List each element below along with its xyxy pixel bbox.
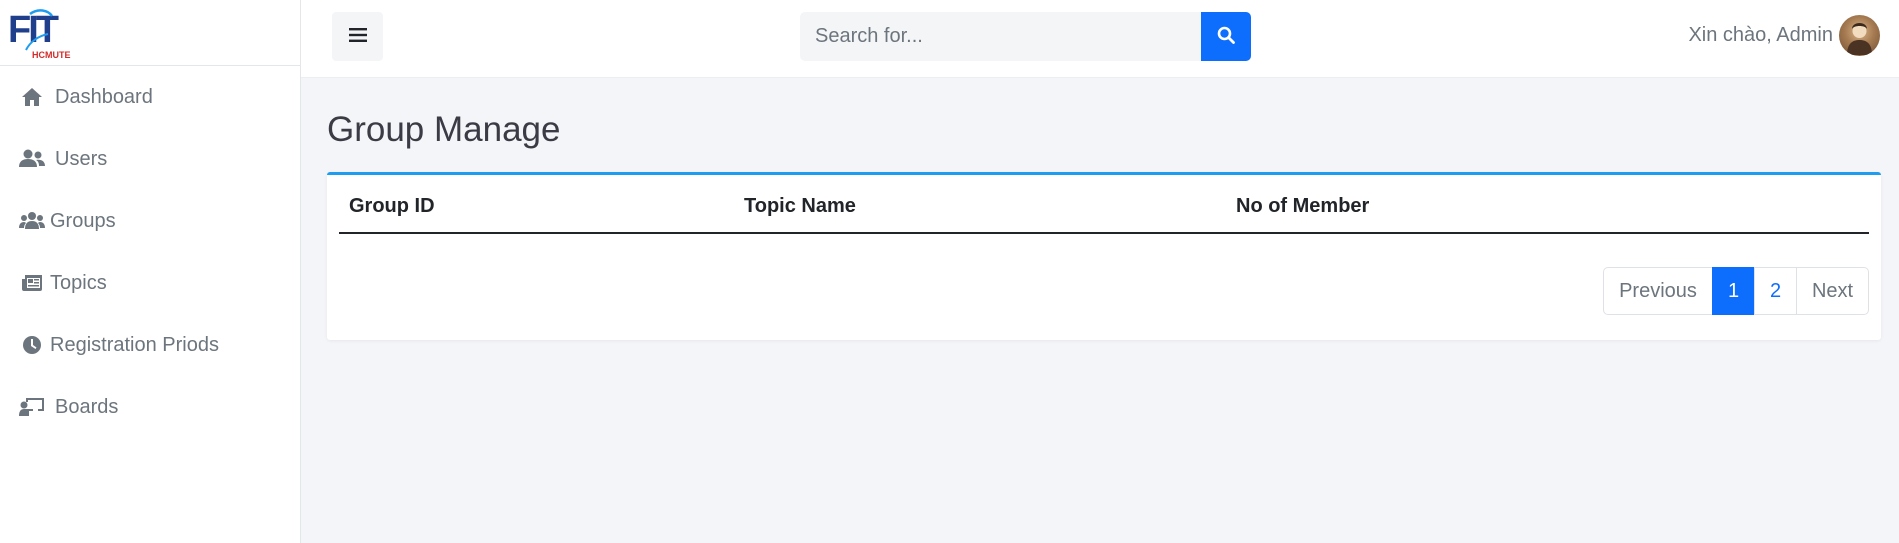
- pagination-previous[interactable]: Previous: [1603, 267, 1713, 315]
- sidebar-item-label: Groups: [50, 209, 116, 232]
- column-header-group-id[interactable]: Group ID: [339, 195, 734, 234]
- fit-hcmute-logo: FIT HCMUTE: [8, 9, 71, 60]
- page-title: Group Manage: [327, 110, 561, 149]
- sidebar-item-registration-periods[interactable]: Registration Priods: [0, 314, 300, 376]
- sidebar-item-label: Registration Priods: [50, 333, 219, 356]
- sidebar-toggle-button[interactable]: [332, 12, 383, 61]
- topbar: Xin chào, Admin: [301, 0, 1899, 78]
- user-menu[interactable]: Xin chào, Admin: [1688, 15, 1880, 56]
- column-header-member-count[interactable]: No of Member: [1226, 195, 1869, 234]
- home-icon: [19, 86, 45, 108]
- sidebar-item-label: Boards: [55, 395, 119, 418]
- pagination-page-2[interactable]: 2: [1754, 267, 1797, 315]
- app-root: FIT HCMUTE Dashboard Users Groups Topics…: [0, 0, 1899, 543]
- brand[interactable]: FIT HCMUTE: [0, 0, 300, 66]
- sidebar-item-boards[interactable]: Boards: [0, 376, 300, 438]
- sidebar-nav: Dashboard Users Groups Topics Registrati…: [0, 66, 300, 438]
- avatar[interactable]: [1839, 15, 1880, 56]
- groups-icon: [19, 210, 45, 232]
- hamburger-icon: [348, 27, 367, 46]
- svg-text:HCMUTE: HCMUTE: [32, 50, 71, 60]
- groups-table: Group ID Topic Name No of Member: [339, 195, 1869, 234]
- pagination-next[interactable]: Next: [1796, 267, 1869, 315]
- sidebar-item-groups[interactable]: Groups: [0, 190, 300, 252]
- column-header-topic-name[interactable]: Topic Name: [734, 195, 1226, 234]
- search-input[interactable]: [800, 12, 1201, 61]
- search-bar: [800, 12, 1251, 61]
- chalkboard-user-icon: [19, 396, 45, 418]
- newspaper-icon: [19, 272, 45, 294]
- clock-icon: [19, 334, 45, 356]
- main-area: Xin chào, Admin Group Manage Group ID To…: [301, 0, 1899, 543]
- user-greeting: Xin chào, Admin: [1688, 24, 1833, 46]
- search-button[interactable]: [1201, 12, 1251, 61]
- pagination-page-1[interactable]: 1: [1712, 267, 1755, 315]
- sidebar-item-label: Topics: [50, 271, 107, 294]
- users-icon: [19, 148, 45, 170]
- groups-card: Group ID Topic Name No of Member Previou…: [327, 172, 1881, 340]
- sidebar-item-label: Dashboard: [55, 85, 153, 108]
- sidebar-item-dashboard[interactable]: Dashboard: [0, 66, 300, 128]
- table-header-row: Group ID Topic Name No of Member: [339, 195, 1869, 234]
- sidebar-item-users[interactable]: Users: [0, 128, 300, 190]
- page-content: Group Manage Group ID Topic Name No of M…: [301, 78, 1899, 340]
- sidebar-item-label: Users: [55, 147, 108, 170]
- pagination: Previous 1 2 Next: [339, 267, 1869, 315]
- sidebar-item-topics[interactable]: Topics: [0, 252, 300, 314]
- sidebar: FIT HCMUTE Dashboard Users Groups Topics…: [0, 0, 301, 543]
- search-icon: [1217, 26, 1235, 47]
